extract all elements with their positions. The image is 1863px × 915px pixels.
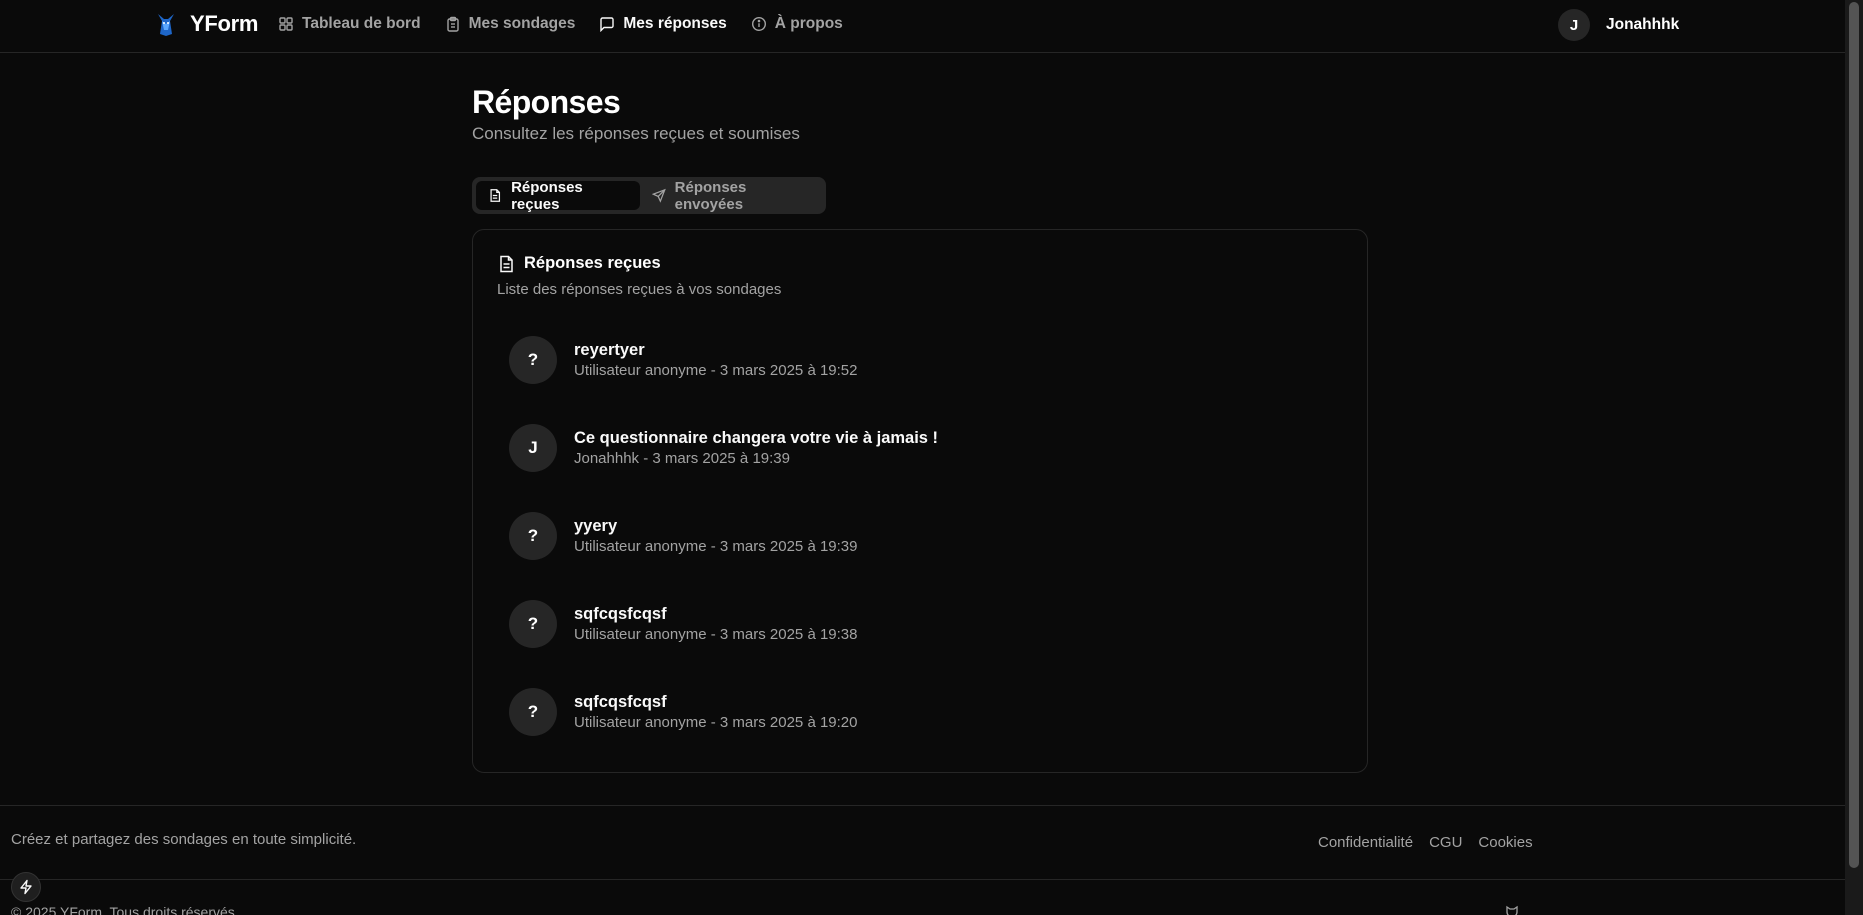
response-meta: Utilisateur anonyme - 3 mars 2025 à 19:3… xyxy=(574,626,858,643)
file-text-icon xyxy=(490,189,501,202)
footer-links: Confidentialité CGU Cookies xyxy=(1318,834,1533,851)
list-item[interactable]: ? yyery Utilisateur anonyme - 3 mars 202… xyxy=(509,512,938,560)
nav-item-my-surveys[interactable]: Mes sondages xyxy=(445,13,576,35)
nav-item-label: Mes réponses xyxy=(623,15,727,32)
footer-tagline: Créez et partagez des sondages en toute … xyxy=(11,831,357,848)
main-nav: Tableau de bord Mes sondages Mes réponse… xyxy=(278,13,843,35)
tab-received[interactable]: Réponses reçues xyxy=(476,178,640,213)
card-header: Réponses reçues xyxy=(497,254,661,273)
avatar: J xyxy=(1558,9,1590,41)
file-text-icon xyxy=(500,255,513,272)
nav-item-label: Tableau de bord xyxy=(302,15,421,32)
scrollbar[interactable] xyxy=(1845,0,1863,915)
response-title: Ce questionnaire changera votre vie à ja… xyxy=(574,429,939,447)
received-responses-card: Réponses reçues Liste des réponses reçue… xyxy=(472,229,1368,773)
list-item[interactable]: J Ce questionnaire changera votre vie à … xyxy=(509,424,938,472)
clipboard-icon xyxy=(446,16,459,32)
footer-divider xyxy=(0,879,1845,880)
list-item[interactable]: ? reyertyer Utilisateur anonyme - 3 mars… xyxy=(509,336,938,384)
avatar: J xyxy=(509,424,557,472)
footer-link-terms[interactable]: CGU xyxy=(1429,834,1462,851)
tab-sent[interactable]: Réponses envoyées xyxy=(640,178,822,213)
bolt-icon xyxy=(20,879,32,895)
avatar: ? xyxy=(509,336,557,384)
brand-link[interactable]: YForm xyxy=(152,10,258,38)
dashboard-icon xyxy=(279,17,293,31)
response-meta: Utilisateur anonyme - 3 mars 2025 à 19:2… xyxy=(574,714,858,731)
response-title: sqfcqsfcqsf xyxy=(574,693,667,711)
nav-item-about[interactable]: À propos xyxy=(751,13,843,35)
nav-item-my-responses[interactable]: Mes réponses xyxy=(599,13,727,35)
card-title: Réponses reçues xyxy=(524,254,661,272)
avatar: ? xyxy=(509,512,557,560)
scrollbar-thumb[interactable] xyxy=(1849,2,1859,868)
responses-tabs: Réponses reçues Réponses envoyées xyxy=(472,177,826,214)
nav-item-label: Mes sondages xyxy=(468,15,576,32)
page-subtitle: Consultez les réponses reçues et soumise… xyxy=(472,124,800,143)
brand-name: YForm xyxy=(190,11,259,36)
top-nav-bar: YForm Tableau de bord Mes sondages Mes r… xyxy=(0,0,1845,53)
copyright: © 2025 YForm. Tous droits réservés. xyxy=(11,904,239,915)
user-menu[interactable]: J Jonahhhk xyxy=(1558,9,1679,41)
footer-link-cookies[interactable]: Cookies xyxy=(1478,834,1532,851)
nav-item-dashboard[interactable]: Tableau de bord xyxy=(278,13,421,35)
avatar: ? xyxy=(509,688,557,736)
response-meta: Utilisateur anonyme - 3 mars 2025 à 19:5… xyxy=(574,362,858,379)
response-title: reyertyer xyxy=(574,341,645,359)
footer-link-privacy[interactable]: Confidentialité xyxy=(1318,834,1413,851)
list-item[interactable]: ? sqfcqsfcqsf Utilisateur anonyme - 3 ma… xyxy=(509,600,938,648)
quick-action-button[interactable] xyxy=(11,872,41,902)
nav-item-label: À propos xyxy=(774,15,843,32)
message-square-icon xyxy=(600,17,615,32)
tab-label: Réponses envoyées xyxy=(674,178,747,213)
response-meta: Jonahhhk - 3 mars 2025 à 19:39 xyxy=(574,450,790,467)
page-title: Réponses xyxy=(472,84,621,120)
response-title: yyery xyxy=(574,517,618,535)
response-title: sqfcqsfcqsf xyxy=(574,605,667,623)
github-icon[interactable] xyxy=(1505,905,1519,915)
info-icon xyxy=(751,16,766,32)
tab-label: Réponses reçues xyxy=(511,178,583,213)
card-description: Liste des réponses reçues à vos sondages xyxy=(497,281,782,298)
user-name: Jonahhhk xyxy=(1606,16,1680,33)
avatar: ? xyxy=(509,600,557,648)
list-item[interactable]: ? sqfcqsfcqsf Utilisateur anonyme - 3 ma… xyxy=(509,688,938,736)
responses-list: ? reyertyer Utilisateur anonyme - 3 mars… xyxy=(509,336,938,776)
send-icon xyxy=(651,188,666,203)
fox-logo-icon xyxy=(158,14,174,36)
footer: Créez et partagez des sondages en toute … xyxy=(0,805,1845,915)
response-meta: Utilisateur anonyme - 3 mars 2025 à 19:3… xyxy=(574,538,858,555)
